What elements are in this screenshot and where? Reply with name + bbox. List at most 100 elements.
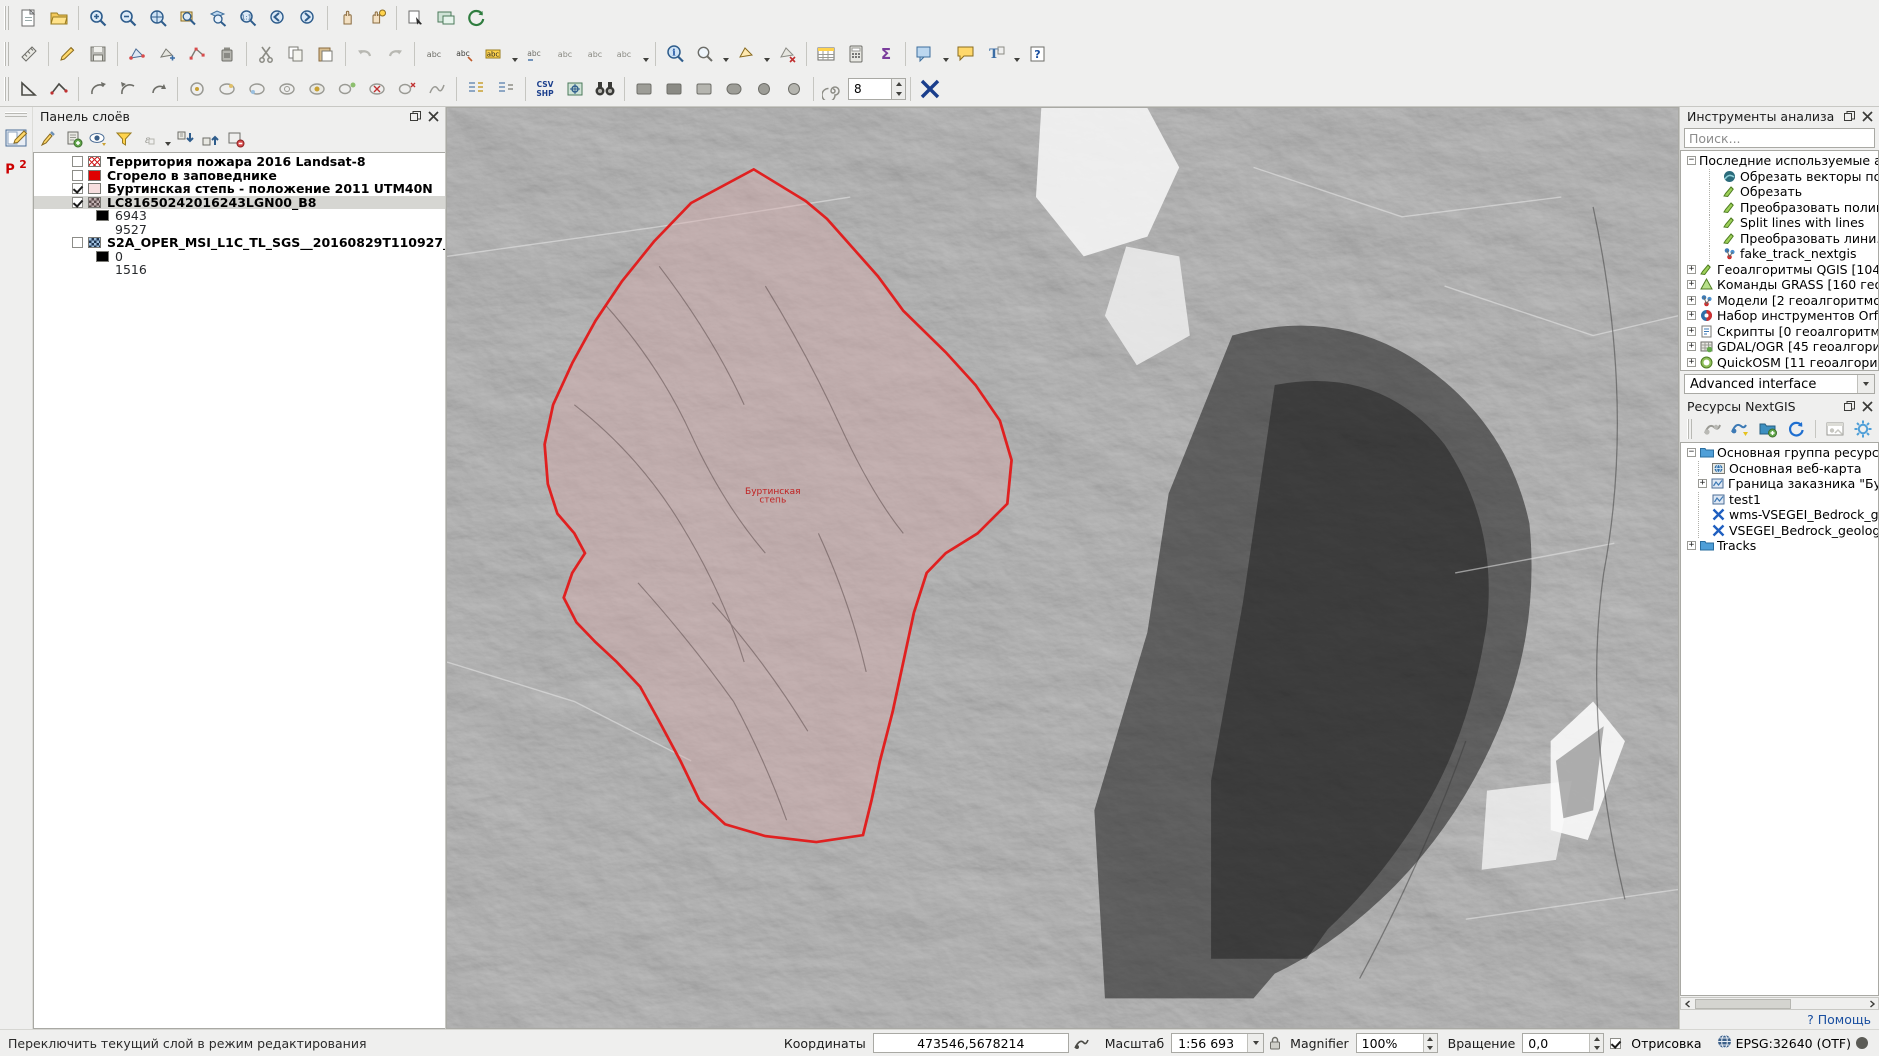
- snapping-icon[interactable]: [461, 74, 491, 104]
- pan-selection-icon[interactable]: [362, 3, 392, 33]
- tree-item[interactable]: Преобразовать полиг...: [1681, 199, 1878, 216]
- tree-item[interactable]: + Модели [2 геоалгоритмов]: [1681, 293, 1878, 309]
- spiral-icon[interactable]: [818, 74, 848, 104]
- filter-legend-icon[interactable]: [112, 128, 136, 150]
- offset-curve-icon[interactable]: [212, 74, 242, 104]
- text-annotation-balloon-icon[interactable]: [951, 39, 981, 69]
- collapse-icon[interactable]: −: [1687, 448, 1696, 458]
- tree-item[interactable]: + Геоалгоритмы QGIS [104 ...: [1681, 262, 1878, 278]
- raster-value-spinner[interactable]: 8: [848, 77, 892, 100]
- measure-icon[interactable]: [14, 39, 44, 69]
- add-part-icon[interactable]: [332, 74, 362, 104]
- snapping-settings-icon[interactable]: [491, 74, 521, 104]
- tree-item[interactable]: VSEGEI_Bedrock_geolog: [1681, 522, 1878, 539]
- spinner-up-icon[interactable]: [892, 79, 905, 89]
- layer-tree-item[interactable]: −S2A_OPER_MSI_L1C_TL_SGS__20160829T11092…: [34, 235, 445, 250]
- rotation-input[interactable]: 0,0: [1522, 1033, 1605, 1053]
- identify-icon[interactable]: [401, 3, 431, 33]
- zoom-next-icon[interactable]: [293, 3, 323, 33]
- nextgis-tree[interactable]: − Основная группа ресурсов Основная веб-ка…: [1680, 442, 1879, 996]
- lock-scale-icon[interactable]: [1264, 1035, 1286, 1051]
- layer-tree-item[interactable]: Буртинская степь - положение 2011 UTM40N: [34, 181, 445, 196]
- label-properties-icon[interactable]: abc: [610, 39, 640, 69]
- new-map-view-icon[interactable]: [431, 3, 461, 33]
- identify-features-icon[interactable]: i: [660, 39, 690, 69]
- vertex-tool-icon[interactable]: [83, 74, 113, 104]
- expand-icon[interactable]: +: [1687, 541, 1696, 551]
- messages-icon[interactable]: [1851, 1036, 1873, 1050]
- layers-tree[interactable]: Территория пожара 2016 Landsat-8 Сгорело …: [33, 152, 445, 1029]
- tree-item[interactable]: Основная веб-карта: [1681, 460, 1878, 477]
- select-features-icon[interactable]: [690, 39, 720, 69]
- field-calculator-icon[interactable]: [841, 39, 871, 69]
- sum-icon[interactable]: Σ: [871, 39, 901, 69]
- toolbar-grip[interactable]: [4, 41, 11, 66]
- zoom-layer-icon[interactable]: [203, 3, 233, 33]
- binoculars-icon[interactable]: [590, 74, 620, 104]
- zoom-selection-icon[interactable]: [173, 3, 203, 33]
- expand-icon[interactable]: +: [1687, 311, 1696, 321]
- raster-value-spinner-buttons[interactable]: [892, 77, 906, 100]
- expand-icon[interactable]: +: [1687, 326, 1696, 336]
- expand-icon[interactable]: +: [1687, 280, 1696, 290]
- tree-item[interactable]: + QuickOSM [11 геоалгори...: [1681, 355, 1878, 371]
- collapse-all-icon[interactable]: [199, 128, 223, 150]
- map-rendering[interactable]: Буртинская степь: [447, 108, 1678, 1028]
- chevron-down-icon[interactable]: [1011, 39, 1022, 69]
- measure-line-icon[interactable]: [44, 74, 74, 104]
- tree-item[interactable]: fake_track_nextgis: [1681, 246, 1878, 262]
- label-abc-icon[interactable]: abc: [419, 39, 449, 69]
- refresh-icon[interactable]: [461, 3, 491, 33]
- cross-x-icon[interactable]: [915, 74, 945, 104]
- coordinate-capture-icon[interactable]: [1069, 1035, 1095, 1052]
- toolbar-grip[interactable]: [4, 76, 11, 101]
- nextgis-connect-icon[interactable]: [1699, 417, 1725, 441]
- magnifier-input[interactable]: 100%: [1355, 1033, 1438, 1053]
- interface-mode-select[interactable]: Advanced interface: [1684, 374, 1875, 394]
- select-clear-icon[interactable]: [772, 39, 802, 69]
- expand-icon[interactable]: +: [1698, 479, 1707, 489]
- tree-item[interactable]: + Tracks: [1681, 538, 1878, 554]
- reshape-icon[interactable]: [242, 74, 272, 104]
- add-feature-icon[interactable]: [122, 39, 152, 69]
- split-features-icon[interactable]: [113, 74, 143, 104]
- cut-features-icon[interactable]: [251, 39, 281, 69]
- delete-part-icon[interactable]: [392, 74, 422, 104]
- render-mode-5-icon[interactable]: [749, 74, 779, 104]
- vertical-toolbar-grip[interactable]: [5, 112, 27, 119]
- magnifier-spinner-buttons[interactable]: [1422, 1034, 1437, 1052]
- manage-visibility-icon[interactable]: [87, 128, 111, 150]
- delete-selected-icon[interactable]: [212, 39, 242, 69]
- render-checkbox[interactable]: Отрисовка: [1610, 1036, 1702, 1051]
- render-mode-2-icon[interactable]: [659, 74, 689, 104]
- layer-visibility-checkbox[interactable]: [72, 156, 83, 168]
- chevron-down-icon[interactable]: [162, 128, 173, 150]
- undo-icon[interactable]: [350, 39, 380, 69]
- add-ring-icon[interactable]: [272, 74, 302, 104]
- refresh-icon[interactable]: [1783, 417, 1809, 441]
- nextgis-toolbar-grip[interactable]: [1687, 419, 1694, 439]
- help-icon[interactable]: ?: [1022, 39, 1052, 69]
- rotation-spinner-buttons[interactable]: [1589, 1034, 1604, 1052]
- analysis-search-input[interactable]: Поиск...: [1684, 128, 1875, 148]
- tree-item[interactable]: + Набор инструментов Orf...: [1681, 308, 1878, 324]
- zoom-full-icon[interactable]: [143, 3, 173, 33]
- map-canvas[interactable]: Буртинская степь: [446, 107, 1679, 1029]
- edit-pencil-icon[interactable]: [53, 39, 83, 69]
- redo-icon[interactable]: [380, 39, 410, 69]
- expand-icon[interactable]: +: [1687, 342, 1696, 352]
- node-tool-icon[interactable]: [182, 39, 212, 69]
- tree-item[interactable]: Обрезать векторы по ...: [1681, 168, 1878, 185]
- open-project-icon[interactable]: [44, 3, 74, 33]
- chevron-down-icon[interactable]: [720, 39, 731, 69]
- simplify-icon[interactable]: [422, 74, 452, 104]
- toolbar-grip[interactable]: [4, 6, 11, 30]
- settings-gear-icon[interactable]: [1850, 417, 1876, 441]
- chevron-down-icon[interactable]: [940, 39, 951, 69]
- pan-icon[interactable]: [332, 3, 362, 33]
- undock-icon[interactable]: [1842, 109, 1857, 124]
- tree-item[interactable]: test1: [1681, 491, 1878, 508]
- layer-visibility-checkbox[interactable]: [72, 169, 83, 181]
- tree-item[interactable]: Split lines with lines: [1681, 215, 1878, 231]
- toggle-editing-icon[interactable]: [1, 123, 31, 153]
